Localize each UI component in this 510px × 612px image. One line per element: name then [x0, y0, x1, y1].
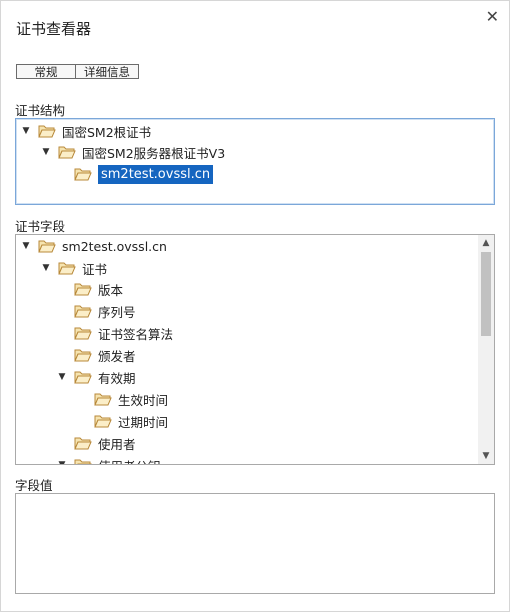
- tree-node[interactable]: ▼ 使用者公钥: [56, 455, 161, 465]
- tree-node[interactable]: 证书签名算法: [74, 323, 173, 343]
- folder-open-icon: [94, 415, 112, 428]
- tree-node-label: 序列号: [98, 304, 136, 320]
- tree-node-label: 证书签名算法: [98, 326, 174, 342]
- tree-node[interactable]: ▼ sm2test.ovssl.cn: [20, 236, 167, 256]
- tree-node-selected[interactable]: sm2test.ovssl.cn: [74, 164, 214, 184]
- tree-node-label: 国密SM2服务器根证书V3: [82, 145, 226, 161]
- tree-node[interactable]: 过期时间: [94, 411, 168, 431]
- vertical-scrollbar[interactable]: ▲ ▼: [478, 235, 494, 464]
- tree-node-label: 颁发者: [98, 348, 136, 364]
- folder-open-icon: [74, 459, 92, 464]
- tab-bar: 常规 详细信息: [16, 64, 139, 80]
- field-value-textarea[interactable]: [15, 493, 495, 594]
- structure-tree[interactable]: ▼ 国密SM2根证书 ▼ 国密SM2服务器根证书V3 sm2test.ovssl…: [15, 118, 495, 205]
- scrollbar-thumb[interactable]: [481, 252, 491, 336]
- certificate-viewer-dialog: 证书查看器 ✕ 常规 详细信息 证书结构 ▼ 国密SM2根证书 ▼ 国密SM2服务…: [0, 0, 510, 612]
- folder-open-icon: [38, 240, 56, 253]
- expand-arrow-icon[interactable]: ▼: [40, 147, 52, 157]
- tree-node[interactable]: ▼ 国密SM2服务器根证书V3: [40, 142, 226, 162]
- tree-node[interactable]: 版本: [74, 279, 123, 299]
- dialog-title: 证书查看器: [16, 20, 92, 38]
- tab-general[interactable]: 常规: [16, 64, 76, 79]
- expand-arrow-icon[interactable]: ▼: [40, 263, 52, 273]
- fields-tree[interactable]: ▼ sm2test.ovssl.cn ▼ 证书 版本 序列号 证书签名算法 颁发…: [15, 234, 495, 465]
- fields-label: 证书字段: [15, 219, 66, 234]
- folder-open-icon: [94, 393, 112, 406]
- folder-open-icon: [38, 125, 56, 138]
- tree-node[interactable]: ▼ 证书: [40, 258, 107, 278]
- tree-node-label: 版本: [98, 282, 124, 298]
- expand-arrow-icon[interactable]: ▼: [56, 460, 68, 464]
- tab-details[interactable]: 详细信息: [75, 64, 139, 79]
- tree-node[interactable]: 使用者: [74, 433, 136, 453]
- tree-node[interactable]: 序列号: [74, 301, 136, 321]
- folder-open-icon: [74, 283, 92, 296]
- folder-open-icon: [74, 305, 92, 318]
- folder-open-icon: [74, 437, 92, 450]
- tree-node-label: 证书: [82, 261, 108, 277]
- tree-node-label: 有效期: [98, 370, 136, 386]
- tree-node-label: sm2test.ovssl.cn: [98, 164, 214, 184]
- tree-node[interactable]: 颁发者: [74, 345, 136, 365]
- folder-open-icon: [58, 262, 76, 275]
- field-value-label: 字段值: [15, 478, 53, 493]
- tree-node[interactable]: 生效时间: [94, 389, 168, 409]
- tree-node-label: 使用者: [98, 436, 136, 452]
- scroll-up-icon[interactable]: ▲: [478, 235, 494, 251]
- expand-arrow-icon[interactable]: ▼: [20, 126, 32, 136]
- tree-node[interactable]: ▼ 有效期: [56, 367, 136, 387]
- folder-open-icon: [74, 168, 92, 181]
- expand-arrow-icon[interactable]: ▼: [20, 241, 32, 251]
- tree-node-label: 过期时间: [118, 414, 169, 430]
- tree-node-label: sm2test.ovssl.cn: [62, 238, 167, 254]
- structure-label: 证书结构: [15, 103, 66, 118]
- tree-node-label: 生效时间: [118, 392, 169, 408]
- expand-arrow-icon[interactable]: ▼: [56, 372, 68, 382]
- tree-node-label: 国密SM2根证书: [62, 124, 152, 140]
- close-icon[interactable]: ✕: [486, 7, 499, 27]
- folder-open-icon: [58, 146, 76, 159]
- folder-open-icon: [74, 327, 92, 340]
- tree-node[interactable]: ▼ 国密SM2根证书: [20, 121, 152, 141]
- folder-open-icon: [74, 371, 92, 384]
- tree-node-label: 使用者公钥: [98, 456, 161, 465]
- scroll-down-icon[interactable]: ▼: [478, 448, 494, 464]
- folder-open-icon: [74, 349, 92, 362]
